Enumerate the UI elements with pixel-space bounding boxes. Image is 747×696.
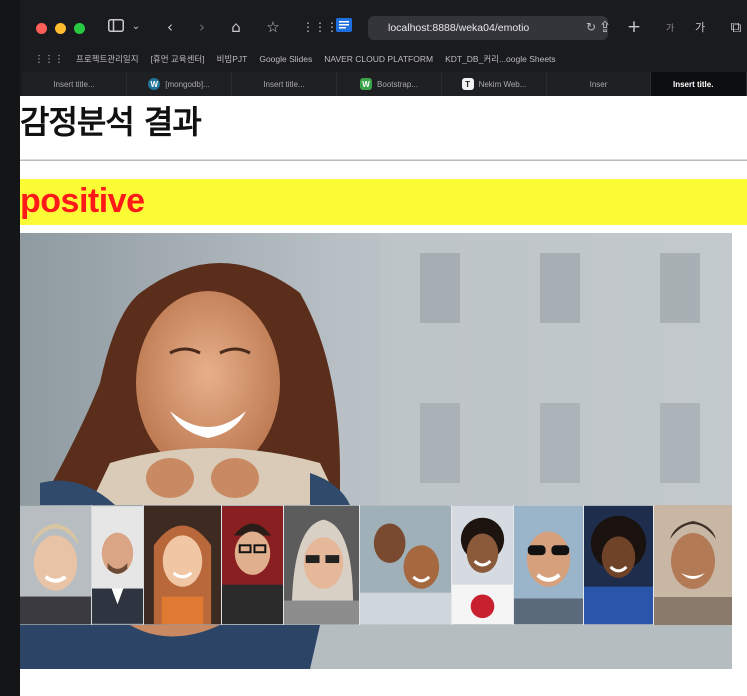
browser-tab[interactable]: Insert title...	[232, 72, 337, 96]
maximize-window-button[interactable]	[74, 22, 85, 34]
tab-bar: Insert title... W [mongodb]... Insert ti…	[22, 72, 747, 96]
sentiment-image	[20, 233, 732, 669]
face-photo	[452, 505, 514, 625]
share-icon[interactable]: ⇪	[596, 18, 614, 36]
close-window-button[interactable]	[36, 22, 47, 34]
face-photo	[584, 505, 654, 625]
result-banner: positive	[20, 179, 747, 225]
tab-label: [mongodb]...	[165, 79, 210, 89]
tab-label: Insert title...	[53, 79, 95, 89]
tab-label: Bootstrap...	[377, 79, 418, 89]
face-photo	[284, 505, 360, 625]
sentiment-result: positive	[20, 182, 145, 220]
new-tab-button[interactable]: +	[626, 18, 642, 36]
bookmark-item[interactable]: 프로젝트관리일지	[76, 53, 139, 65]
horizontal-rule	[20, 159, 747, 161]
page-title: 감정분석 결과	[20, 103, 202, 141]
bookmark-item[interactable]: KDT_DB_커리...oogle Sheets	[445, 53, 556, 65]
minimize-window-button[interactable]	[55, 22, 66, 34]
window-controls	[36, 22, 85, 34]
browser-tab[interactable]: T Nekim Web...	[442, 72, 547, 96]
text-size-small-button[interactable]: 가	[662, 20, 678, 38]
bookmark-item[interactable]: [휴먼 교육센터]	[151, 53, 205, 65]
back-button[interactable]: ‹	[162, 18, 178, 36]
bookmark-item[interactable]: NAVER CLOUD PLATFORM	[324, 54, 433, 64]
face-photo	[514, 505, 584, 625]
bookmark-item[interactable]: Google Slides	[259, 54, 312, 64]
web-page: 감정분석 결과 positive	[20, 96, 747, 696]
browser-tab[interactable]: W [mongodb]...	[127, 72, 232, 96]
faces-strip	[20, 505, 732, 625]
text-size-large-button[interactable]: 가	[692, 19, 708, 37]
bookmark-item[interactable]: 비빔PJT	[217, 53, 248, 65]
reader-icon[interactable]	[334, 18, 354, 36]
bookmarks-grid-icon[interactable]: ⋮⋮⋮	[34, 54, 64, 65]
wordpress-icon: W	[148, 78, 161, 90]
browser-toolbar: ⌄ ‹ › ⌂ ☆ ⋮⋮⋮ localhost:8888/weka04/emot…	[22, 10, 747, 46]
face-photo	[144, 505, 222, 625]
bootstrap-icon: W	[360, 78, 373, 90]
browser-tab[interactable]: W Bootstrap...	[337, 72, 442, 96]
tab-overview-icon[interactable]: ⧉	[727, 18, 745, 36]
forward-button[interactable]: ›	[194, 18, 210, 36]
tab-label: Nekim Web...	[478, 79, 527, 89]
url-text[interactable]: localhost:8888/weka04/emotio	[388, 22, 568, 34]
face-photo	[360, 505, 452, 625]
address-bar[interactable]: localhost:8888/weka04/emotio ↻	[368, 16, 608, 40]
browser-tab[interactable]: Inser	[547, 72, 651, 96]
face-photo	[92, 505, 144, 625]
browser-tab-active[interactable]: Insert title.	[651, 72, 747, 96]
star-icon[interactable]: ☆	[264, 18, 282, 36]
bookmarks-bar: ⋮⋮⋮ 프로젝트관리일지 [휴먼 교육센터] 비빔PJT Google Slid…	[22, 49, 747, 69]
face-photo	[654, 505, 732, 625]
home-icon[interactable]: ⌂	[227, 18, 245, 36]
tab-label: Insert title.	[673, 79, 714, 89]
reload-icon[interactable]: ↻	[586, 20, 596, 34]
tistory-icon: T	[461, 78, 474, 90]
browser-tab[interactable]: Insert title...	[22, 72, 127, 96]
tab-label: Inser	[589, 79, 608, 89]
face-photo	[20, 505, 92, 625]
window-bezel	[0, 0, 20, 696]
tab-label: Insert title...	[263, 79, 305, 89]
grid-icon[interactable]: ⋮⋮⋮	[302, 18, 338, 36]
chevron-down-icon[interactable]: ⌄	[130, 18, 142, 36]
face-photo	[222, 505, 284, 625]
sidebar-toggle-icon[interactable]	[106, 18, 126, 36]
